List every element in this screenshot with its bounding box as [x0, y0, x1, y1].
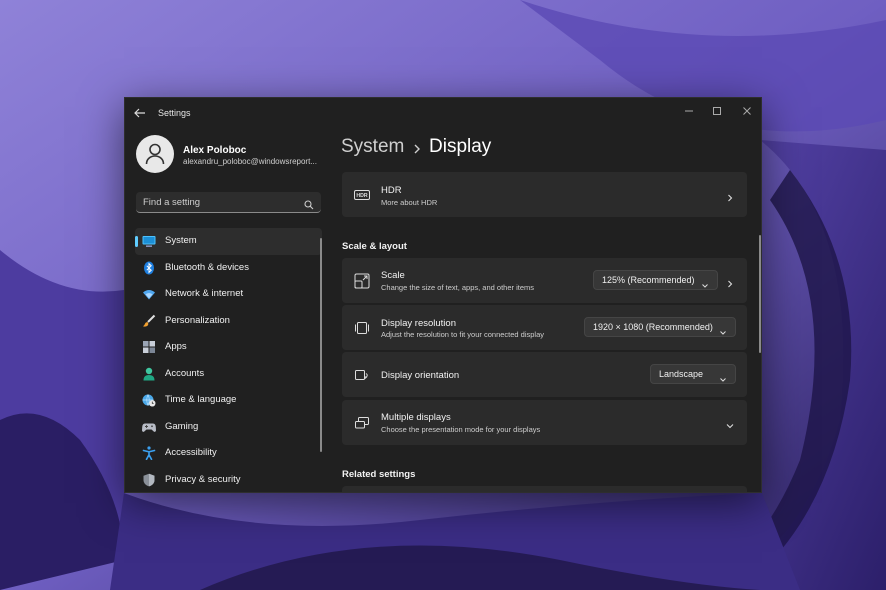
sidebar-item-privacy[interactable]: Privacy & security: [135, 467, 322, 493]
chevron-right-icon: [412, 140, 422, 154]
resolution-dropdown[interactable]: 1920 × 1080 (Recommended): [584, 317, 736, 337]
sidebar-nav: System Bluetooth & devices Network & int…: [135, 228, 322, 493]
settings-window: Settings Alex Poloboc alexandru_poloboc@…: [124, 97, 762, 493]
scale-value: 125% (Recommended): [602, 275, 695, 285]
hdr-icon: HDR: [354, 187, 370, 203]
orientation-title: Display orientation: [381, 370, 460, 381]
sidebar-item-accessibility[interactable]: Accessibility: [135, 440, 322, 467]
breadcrumb-parent[interactable]: System: [341, 136, 404, 158]
section-heading-scale-layout: Scale & layout: [342, 241, 407, 252]
title-bar: Settings: [125, 98, 761, 128]
orientation-card: Display orientation Landscape: [342, 352, 747, 397]
sidebar-item-label: Gaming: [165, 420, 199, 432]
chevron-down-icon: [701, 277, 709, 288]
resolution-card: Display resolution Adjust the resolution…: [342, 305, 747, 350]
globe-clock-icon: [142, 393, 156, 407]
app-title: Settings: [158, 108, 191, 118]
related-settings-card[interactable]: [342, 486, 747, 492]
sidebar-item-personalization[interactable]: Personalization: [135, 308, 322, 335]
resolution-subtitle: Adjust the resolution to fit your connec…: [381, 330, 545, 339]
maximize-icon[interactable]: [710, 104, 724, 118]
sidebar-item-label: Time & language: [165, 394, 237, 405]
sidebar-item-label: Accounts: [165, 367, 205, 379]
bluetooth-icon: [142, 261, 156, 275]
scale-icon: [354, 273, 370, 289]
scale-subtitle: Change the size of text, apps, and other…: [381, 283, 535, 292]
scale-dropdown[interactable]: 125% (Recommended): [593, 270, 718, 290]
sidebar-item-label: Apps: [165, 341, 187, 352]
sidebar-item-label: System: [165, 235, 197, 246]
hdr-subtitle: More about HDR: [381, 198, 438, 207]
svg-text:HDR: HDR: [356, 193, 367, 199]
content-scrollbar[interactable]: [759, 235, 761, 353]
monitor-icon: [142, 234, 156, 248]
sidebar-item-gaming[interactable]: Gaming: [135, 414, 322, 441]
section-heading-related-settings: Related settings: [342, 469, 416, 480]
person-icon: [145, 143, 165, 165]
resolution-value: 1920 × 1080 (Recommended): [593, 322, 713, 332]
scale-title: Scale: [381, 270, 405, 281]
resolution-icon: [354, 320, 370, 336]
sidebar-item-label: Accessibility: [165, 447, 217, 458]
orientation-value: Landscape: [659, 369, 704, 379]
multiple-displays-icon: [354, 415, 370, 431]
chevron-right-icon[interactable]: [725, 276, 735, 288]
resolution-title: Display resolution: [381, 318, 456, 329]
avatar[interactable]: [136, 135, 174, 173]
wifi-icon: [142, 287, 156, 301]
chevron-right-icon: [725, 190, 735, 202]
minimize-icon[interactable]: [682, 104, 696, 118]
chevron-down-icon[interactable]: [725, 418, 735, 429]
sidebar-item-bluetooth[interactable]: Bluetooth & devices: [135, 255, 322, 282]
sidebar-item-network[interactable]: Network & internet: [135, 281, 322, 308]
hdr-card[interactable]: HDR HDR More about HDR: [342, 172, 747, 217]
paintbrush-icon: [142, 314, 156, 328]
close-icon[interactable]: [740, 104, 754, 118]
multiple-displays-title: Multiple displays: [381, 412, 451, 423]
apps-icon: [142, 340, 156, 354]
user-email: alexandru_poloboc@windowsreport...: [183, 157, 317, 166]
multiple-displays-card[interactable]: Multiple displays Choose the presentatio…: [342, 400, 747, 445]
shield-icon: [142, 473, 156, 487]
sidebar-item-system[interactable]: System: [135, 228, 322, 255]
back-arrow-icon[interactable]: [133, 106, 149, 122]
gamepad-icon: [142, 420, 156, 434]
search-input[interactable]: Find a setting: [136, 192, 321, 213]
hdr-title: HDR: [381, 185, 402, 196]
sidebar-item-label: Personalization: [165, 314, 230, 326]
search-placeholder: Find a setting: [143, 197, 201, 208]
sidebar-item-label: Bluetooth & devices: [165, 261, 249, 273]
accessibility-icon: [142, 446, 156, 461]
user-name: Alex Poloboc: [183, 145, 247, 156]
orientation-dropdown[interactable]: Landscape: [650, 364, 736, 384]
search-icon: [304, 197, 314, 210]
sidebar-scrollbar[interactable]: [320, 238, 322, 452]
sidebar-item-time-language[interactable]: Time & language: [135, 387, 322, 414]
sidebar-item-apps[interactable]: Apps: [135, 334, 322, 361]
sidebar-item-label: Network & internet: [165, 288, 244, 299]
chevron-down-icon: [719, 371, 727, 382]
orientation-icon: [354, 367, 370, 383]
scale-card[interactable]: Scale Change the size of text, apps, and…: [342, 258, 747, 303]
chevron-down-icon: [719, 324, 727, 335]
page-title: Display: [429, 136, 492, 157]
sidebar-item-accounts[interactable]: Accounts: [135, 361, 322, 388]
sidebar-item-label: Privacy & security: [165, 473, 241, 485]
multiple-displays-subtitle: Choose the presentation mode for your di…: [381, 425, 541, 434]
person-icon: [142, 367, 156, 381]
